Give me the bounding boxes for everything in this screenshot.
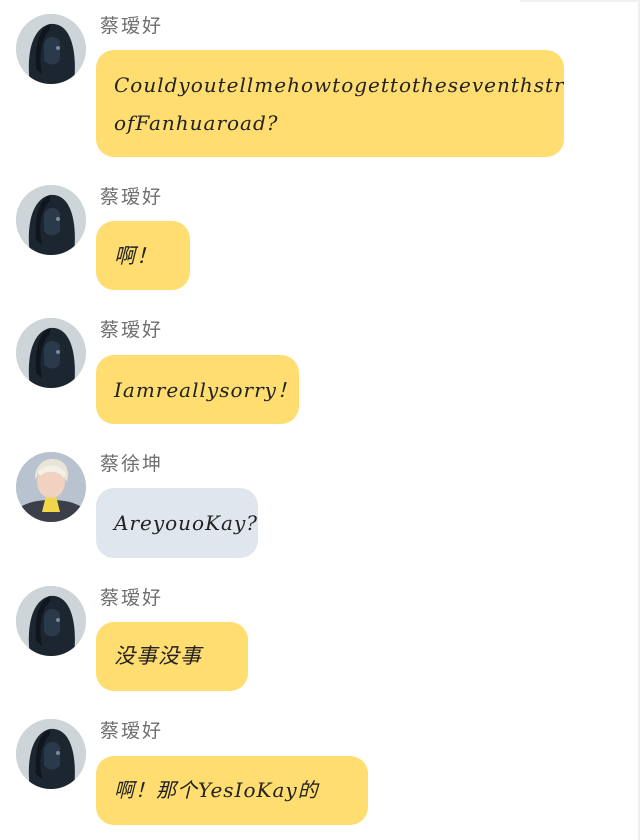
sender-name: 蔡瑷好 xyxy=(100,587,164,609)
message-bubble[interactable]: Couldyoutellmehowtogettotheseventhstreet… xyxy=(96,50,564,157)
top-divider xyxy=(520,0,640,2)
message-bubble[interactable]: AreyouoKay? xyxy=(96,488,258,558)
sender-avatar[interactable] xyxy=(16,14,86,84)
message-text-line: 啊！ xyxy=(114,244,158,268)
message-bubble[interactable]: 没事没事 xyxy=(96,622,248,691)
message-text-line: Iamreallysorry！ xyxy=(114,378,298,402)
chat-thread: 蔡瑷好 Couldyoutellmehowtogettotheseventhst… xyxy=(0,0,640,840)
sender-avatar[interactable] xyxy=(16,586,86,656)
sender-name: 蔡瑷好 xyxy=(100,720,164,742)
sender-name: 蔡瑷好 xyxy=(100,186,164,208)
sender-avatar[interactable] xyxy=(16,719,86,789)
dark-haired-woman-icon xyxy=(16,318,86,388)
sender-avatar[interactable] xyxy=(16,185,86,255)
message-bubble[interactable]: Iamreallysorry！ xyxy=(96,355,299,424)
dark-haired-woman-icon xyxy=(16,14,86,84)
sender-name: 蔡瑷好 xyxy=(100,319,164,341)
sender-name: 蔡瑷好 xyxy=(100,15,164,37)
sender-name: 蔡徐坤 xyxy=(100,453,164,475)
message-bubble[interactable]: 啊！那个YesIoKay的 xyxy=(96,756,368,825)
message-bubble[interactable]: 啊！ xyxy=(96,221,190,290)
message-text-line: Couldyoutellmehowtogettotheseventhstreet xyxy=(114,73,564,97)
message-text-line: AreyouoKay? xyxy=(114,511,258,535)
dark-haired-woman-icon xyxy=(16,586,86,656)
message-text-line: 啊！那个YesIoKay的 xyxy=(114,778,319,802)
sender-avatar[interactable] xyxy=(16,318,86,388)
blond-young-man-icon xyxy=(16,452,86,522)
message-text-line: ofFanhuaroad? xyxy=(114,111,279,135)
dark-haired-woman-icon xyxy=(16,185,86,255)
dark-haired-woman-icon xyxy=(16,719,86,789)
sender-avatar[interactable] xyxy=(16,452,86,522)
message-text-line: 没事没事 xyxy=(114,644,202,668)
